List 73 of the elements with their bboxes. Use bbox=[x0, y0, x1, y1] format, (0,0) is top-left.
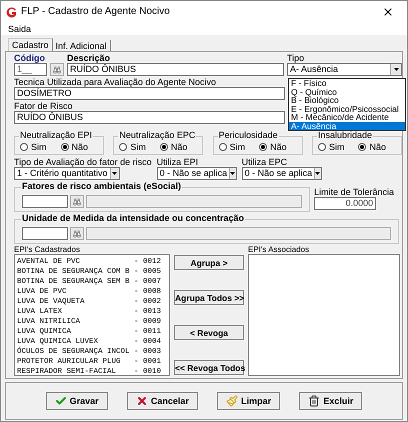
dropdown[interactable]: 0 - Não se aplica bbox=[242, 167, 322, 180]
field-label: Tipo bbox=[287, 53, 306, 63]
input-field[interactable]: RUÍDO ÔNIBUS bbox=[67, 63, 284, 76]
binoculars-icon bbox=[73, 230, 81, 238]
dropdown-option[interactable]: F - Físico bbox=[289, 79, 405, 88]
input-field[interactable]: 0.0000 bbox=[314, 197, 376, 210]
dropdown-option[interactable]: Q - Químico bbox=[289, 88, 405, 96]
field-label: Descrição bbox=[67, 53, 112, 63]
action-button[interactable]: Excluir bbox=[299, 392, 362, 410]
action-button[interactable]: Limpar bbox=[217, 392, 280, 410]
transfer-button[interactable]: << Revoga Todos bbox=[174, 360, 244, 375]
dropdown[interactable]: A- Ausência bbox=[287, 63, 402, 76]
radio-label: Sim bbox=[230, 142, 246, 152]
action-button[interactable]: Cancelar bbox=[126, 392, 198, 410]
group-title: Unidade de Medida da intensidade ou concentração bbox=[21, 213, 246, 223]
group-title: Neutralização EPI bbox=[19, 130, 94, 141]
radio-button[interactable] bbox=[218, 143, 227, 151]
field-label: Utiliza EPI bbox=[156, 157, 200, 167]
transfer-button[interactable]: Agrupa > bbox=[174, 255, 244, 270]
search-button[interactable] bbox=[70, 227, 84, 240]
dropdown-option[interactable]: B - Biológico bbox=[289, 96, 405, 104]
action-button[interactable]: Gravar bbox=[46, 392, 108, 410]
group-title: Insalubridade bbox=[316, 130, 374, 141]
window-title: FLP - Cadastro de Agente Nocivo bbox=[21, 7, 171, 17]
input-field[interactable]: RUÍDO ÔNIBUS bbox=[14, 111, 285, 124]
group-title: Periculosidade bbox=[218, 130, 279, 141]
radio-label: Não bbox=[270, 142, 287, 152]
dropdown[interactable]: 0 - Não se aplica bbox=[156, 167, 237, 180]
transfer-button[interactable]: < Revoga bbox=[174, 325, 244, 340]
field-label: Fator de Risco bbox=[14, 101, 73, 111]
check-icon bbox=[54, 395, 67, 407]
radio-button[interactable] bbox=[259, 143, 268, 151]
binoculars-icon bbox=[73, 198, 81, 206]
dropdown-option[interactable]: E - Ergonômico/Psicossocial bbox=[289, 104, 405, 113]
radio-label: Não bbox=[72, 142, 88, 152]
input-field[interactable]: 1__ bbox=[14, 63, 47, 76]
radio-label: Sim bbox=[328, 142, 344, 152]
radio-button[interactable] bbox=[358, 143, 366, 151]
radio-button[interactable] bbox=[318, 143, 326, 151]
input-field[interactable]: DOSÍMETRO bbox=[14, 87, 285, 100]
close-icon[interactable] bbox=[382, 6, 394, 18]
list-label: EPI's Cadastrados bbox=[14, 245, 82, 254]
search-button[interactable] bbox=[70, 195, 84, 208]
radio-label: Sim bbox=[130, 142, 146, 152]
dropdown[interactable]: 1 - Critério quantitativo bbox=[14, 167, 120, 180]
radio-label: Não bbox=[369, 142, 386, 152]
transfer-button[interactable]: Agrupa Todos >> bbox=[174, 290, 244, 305]
field-label: Utiliza EPC bbox=[242, 157, 288, 167]
input-field[interactable] bbox=[22, 195, 68, 208]
list-label: EPI's Associados bbox=[248, 245, 310, 254]
radio-button[interactable] bbox=[20, 143, 28, 151]
group-title: Fatores de risco ambientais (eSocial) bbox=[21, 181, 182, 191]
search-button[interactable] bbox=[50, 63, 64, 76]
dropdown-option[interactable]: A- Ausência bbox=[289, 122, 405, 130]
app-logo-icon bbox=[6, 6, 17, 18]
radio-label: Sim bbox=[31, 142, 46, 152]
tab[interactable]: Cadastro bbox=[8, 38, 53, 51]
field-label: Tipo de Avaliação do fator de risco bbox=[14, 157, 152, 167]
field-label: Código bbox=[14, 53, 46, 63]
radio-button[interactable] bbox=[160, 143, 168, 151]
radio-label: Não bbox=[170, 142, 188, 152]
close-icon bbox=[136, 395, 148, 407]
radio-button[interactable] bbox=[60, 143, 68, 151]
field-label: Limite de Tolerância bbox=[314, 187, 394, 197]
brush-icon bbox=[226, 395, 238, 407]
binoculars-icon bbox=[53, 66, 61, 74]
menu-item[interactable]: Saida bbox=[8, 24, 32, 34]
dropdown-option[interactable]: M - Mecânico/de Acidente bbox=[289, 113, 405, 122]
trash-icon bbox=[308, 395, 320, 407]
radio-button[interactable] bbox=[119, 143, 128, 151]
group-title: Neutralização EPC bbox=[118, 130, 196, 141]
input-field[interactable] bbox=[22, 227, 68, 240]
field-label: Tecnica Utilizada para Avaliação do Agente Nocivo bbox=[14, 77, 216, 87]
